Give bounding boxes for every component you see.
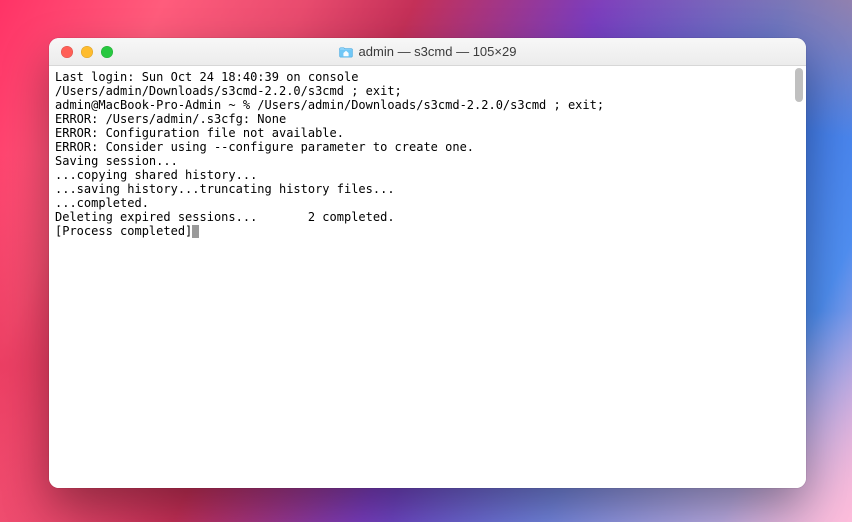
terminal-line: [Process completed] bbox=[55, 224, 800, 238]
terminal-window: admin — s3cmd — 105×29 Last login: Sun O… bbox=[49, 38, 806, 488]
terminal-line: ...completed. bbox=[55, 196, 800, 210]
terminal-output: Last login: Sun Oct 24 18:40:39 on conso… bbox=[55, 70, 800, 238]
terminal-line: Last login: Sun Oct 24 18:40:39 on conso… bbox=[55, 70, 800, 84]
terminal-line: ERROR: Configuration file not available. bbox=[55, 126, 800, 140]
home-folder-icon bbox=[339, 46, 353, 58]
minimize-button[interactable] bbox=[81, 46, 93, 58]
window-title: admin — s3cmd — 105×29 bbox=[49, 44, 806, 59]
terminal-line: ERROR: /Users/admin/.s3cfg: None bbox=[55, 112, 800, 126]
close-button[interactable] bbox=[61, 46, 73, 58]
scrollbar-thumb[interactable] bbox=[795, 68, 803, 102]
window-title-text: admin — s3cmd — 105×29 bbox=[359, 44, 517, 59]
terminal-line: ERROR: Consider using --configure parame… bbox=[55, 140, 800, 154]
terminal-line: admin@MacBook-Pro-Admin ~ % /Users/admin… bbox=[55, 98, 800, 112]
vertical-scrollbar[interactable] bbox=[791, 68, 804, 486]
terminal-line: Saving session... bbox=[55, 154, 800, 168]
terminal-line: Deleting expired sessions... 2 completed… bbox=[55, 210, 800, 224]
window-titlebar[interactable]: admin — s3cmd — 105×29 bbox=[49, 38, 806, 66]
terminal-line: ...saving history...truncating history f… bbox=[55, 182, 800, 196]
terminal-viewport[interactable]: Last login: Sun Oct 24 18:40:39 on conso… bbox=[49, 66, 806, 488]
terminal-line: /Users/admin/Downloads/s3cmd-2.2.0/s3cmd… bbox=[55, 84, 800, 98]
window-traffic-lights bbox=[49, 46, 113, 58]
zoom-button[interactable] bbox=[101, 46, 113, 58]
terminal-cursor bbox=[192, 225, 199, 238]
terminal-line: ...copying shared history... bbox=[55, 168, 800, 182]
